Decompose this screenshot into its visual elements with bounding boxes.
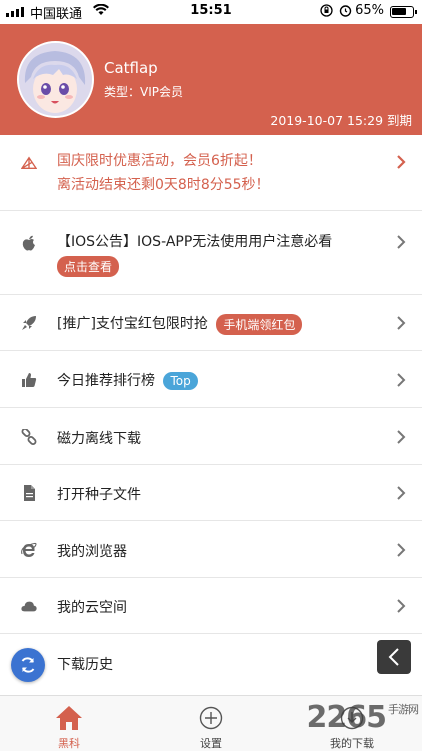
menu-item-download-history[interactable]: 下载历史 (0, 634, 422, 695)
menu-item-magnet-download[interactable]: 磁力离线下载 (0, 408, 422, 465)
membership-expiry: 2019-10-07 15:29 到期 (270, 113, 412, 128)
menu-item-ios-notice[interactable]: 【IOS公告】IOS-APP无法使用用户注意必看 点击查看 (0, 211, 422, 295)
chevron-right-icon (397, 430, 406, 444)
menu-item-browser[interactable]: 我的浏览器 (0, 521, 422, 578)
site-watermark: 2265 手游网 (306, 700, 420, 735)
chevron-right-icon (397, 235, 406, 249)
membership-type: 类型：VIP会员 (104, 85, 183, 99)
back-button[interactable] (377, 640, 411, 674)
menu-item-label: 【IOS公告】IOS-APP无法使用用户注意必看 (57, 234, 333, 250)
tab-label: 黑科 (58, 737, 80, 750)
menu-item-open-torrent[interactable]: 打开种子文件 (0, 465, 422, 521)
username: Catflap (104, 59, 158, 77)
home-icon (55, 704, 83, 732)
alarm-icon (339, 5, 352, 17)
ie-browser-icon (21, 542, 37, 558)
chevron-right-icon (397, 543, 406, 557)
chevron-right-icon (397, 599, 406, 613)
promo-line-1: 国庆限时优惠活动，会员6折起！ (57, 153, 262, 169)
apple-icon (21, 235, 37, 251)
tab-settings[interactable]: 设置 (161, 696, 261, 751)
tab-label: 我的下载 (330, 737, 374, 750)
menu-item-cloud-space[interactable]: 我的云空间 (0, 578, 422, 634)
promo-badge[interactable]: 手机端领红包 (216, 313, 303, 335)
chevron-right-icon (397, 155, 406, 169)
battery-icon (390, 6, 417, 18)
menu-item-label: 下载历史 (57, 657, 113, 673)
chevron-right-icon (397, 486, 406, 500)
promo-line-2: 离活动结束还剩0天8时8分55秒！ (57, 177, 270, 193)
status-bar: 中国联通 15:51 65% (0, 0, 422, 24)
battery-percent: 65% (355, 3, 384, 18)
view-badge[interactable]: 点击查看 (57, 256, 120, 277)
tab-label: 设置 (200, 737, 222, 750)
refresh-icon (21, 657, 35, 673)
chevron-left-icon (388, 648, 399, 666)
cloud-icon (21, 598, 37, 614)
plus-circle-icon (197, 704, 225, 732)
tab-home[interactable]: 黑科 (19, 696, 119, 751)
chevron-right-icon (397, 316, 406, 330)
menu-item-alipay-promo[interactable]: [推广]支付宝红包限时抢 手机端领红包 (0, 295, 422, 351)
logo-icon (21, 155, 37, 171)
refresh-button[interactable] (11, 648, 45, 682)
thumbs-up-icon (21, 372, 37, 388)
menu-item-ranking[interactable]: 今日推荐排行榜 Top (0, 351, 422, 408)
profile-header: Catflap 类型：VIP会员 2019-10-07 15:29 到期 (0, 24, 422, 135)
avatar[interactable] (17, 41, 94, 118)
menu-item-label: 我的云空间 (57, 600, 127, 616)
top-badge: Top (163, 372, 198, 390)
menu-item-label: 磁力离线下载 (57, 431, 141, 447)
menu-item-label: 我的浏览器 (57, 544, 127, 560)
rocket-icon (21, 315, 37, 331)
menu-item-label: 打开种子文件 (57, 487, 141, 503)
chevron-right-icon (397, 373, 406, 387)
menu-item-label: 今日推荐排行榜 (57, 373, 155, 389)
promo-banner[interactable]: 国庆限时优惠活动，会员6折起！ 离活动结束还剩0天8时8分55秒！ (0, 135, 422, 211)
file-icon (21, 485, 37, 501)
link-icon (21, 429, 37, 445)
orientation-lock-icon (320, 4, 333, 17)
menu-item-label: [推广]支付宝红包限时抢 (57, 316, 208, 332)
